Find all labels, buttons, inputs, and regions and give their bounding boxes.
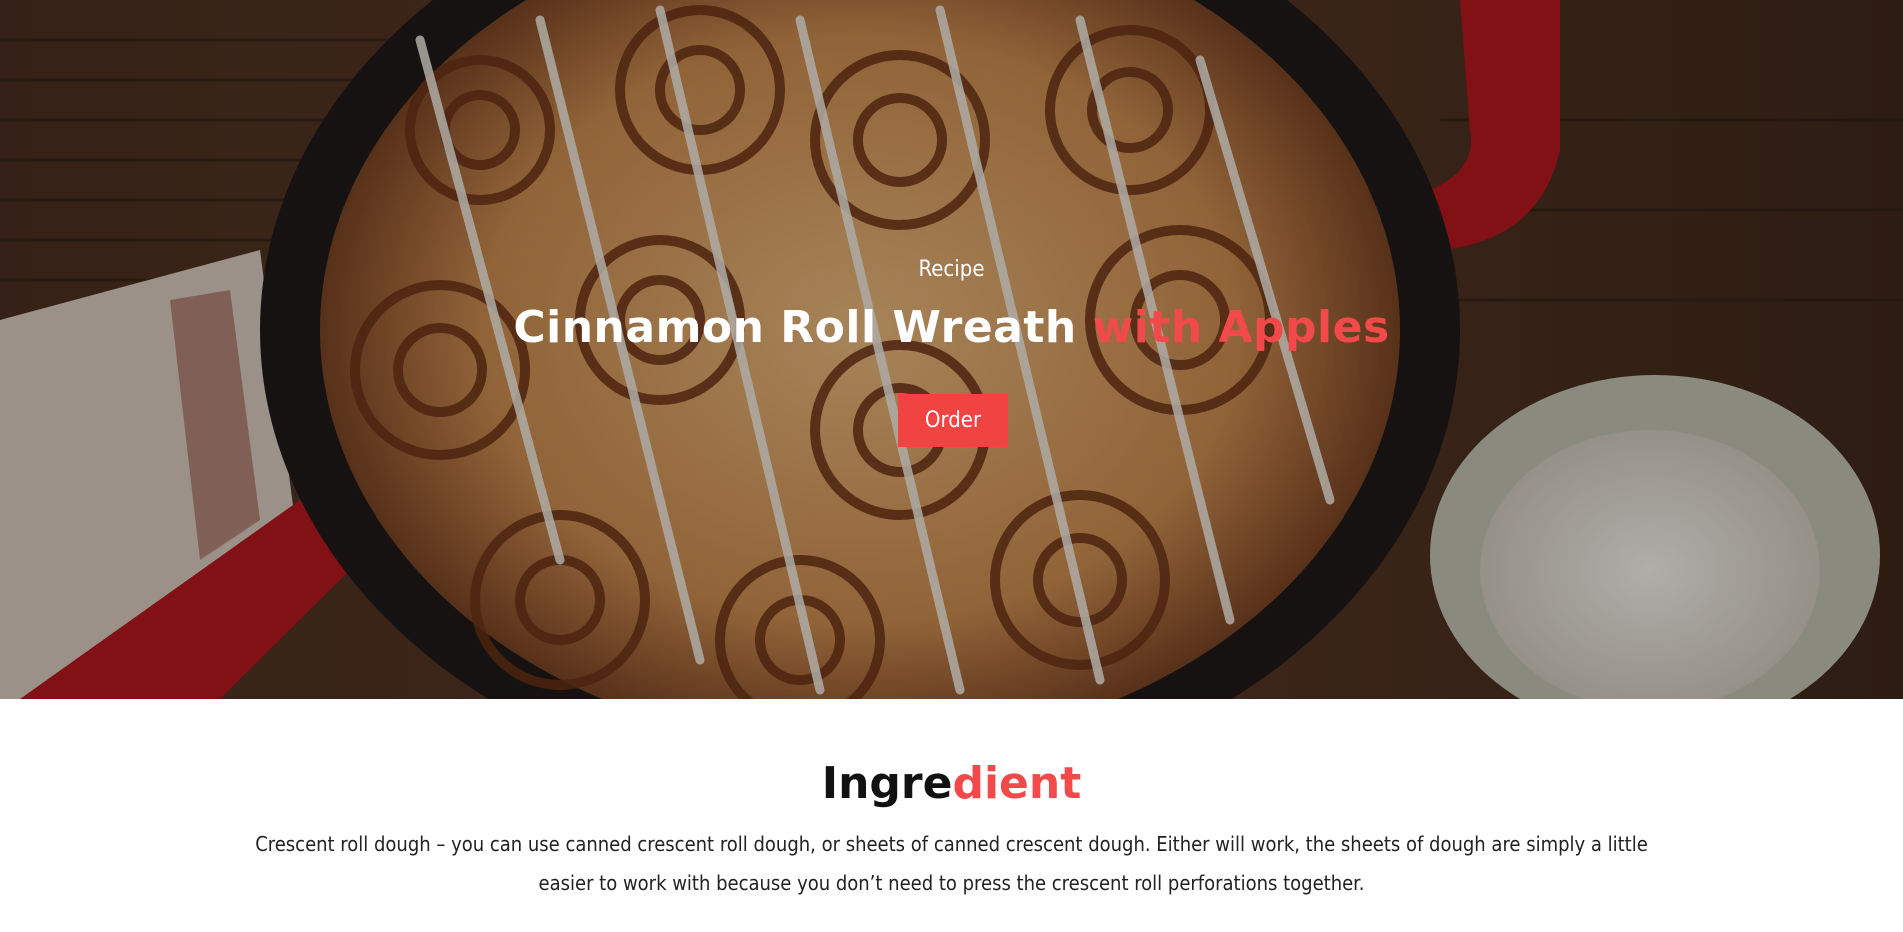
hero-title-accent: with Apples <box>1092 302 1390 353</box>
order-button[interactable]: Order <box>898 394 1008 447</box>
hero-content: Recipe Cinnamon Roll Wreath with Apples … <box>0 0 1903 699</box>
hero-title-main: Cinnamon Roll Wreath <box>513 302 1093 353</box>
ingredient-title-main: Ingre <box>821 758 953 809</box>
ingredient-title-accent: dient <box>952 758 1082 809</box>
hero-eyebrow: Recipe <box>918 257 985 282</box>
ingredient-section: Ingredient Crescent roll dough – you can… <box>0 699 1903 932</box>
hero-section: Recipe Cinnamon Roll Wreath with Apples … <box>0 0 1903 699</box>
ingredient-description: Crescent roll dough – you can use canned… <box>255 832 1648 895</box>
ingredient-title: Ingredient <box>0 757 1903 811</box>
hero-title: Cinnamon Roll Wreath with Apples <box>0 298 1903 358</box>
